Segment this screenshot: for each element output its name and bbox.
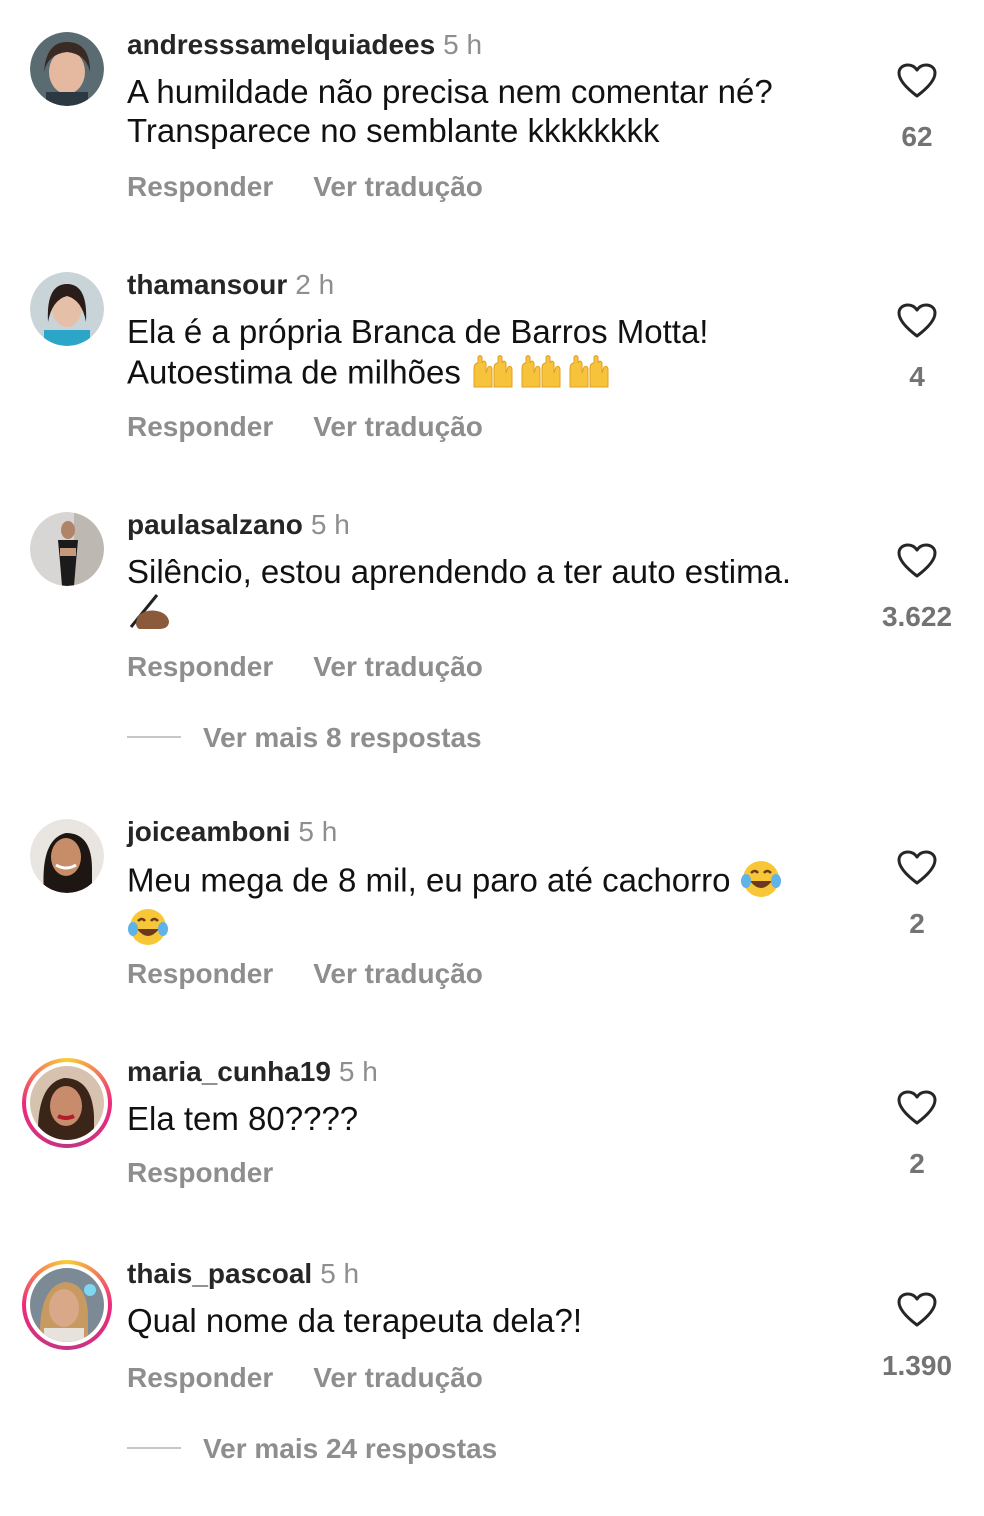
comment-time: 2 h xyxy=(295,269,335,300)
heart-outline-icon[interactable] xyxy=(897,1090,937,1126)
avatar[interactable] xyxy=(30,272,104,346)
comment-time: 5 h xyxy=(320,1258,360,1289)
comment-username[interactable]: thais_pascoal xyxy=(127,1258,312,1289)
comment-text-line: Qual nome da terapeuta dela?! xyxy=(127,1302,582,1339)
comment-text: Ela tem 80???? xyxy=(127,1099,827,1138)
comment-username[interactable]: joiceamboni xyxy=(127,816,290,847)
translate-button[interactable]: Ver tradução xyxy=(313,171,483,202)
divider-line xyxy=(127,1446,181,1449)
heart-outline-icon[interactable] xyxy=(897,303,937,339)
comment-text: Silêncio, estou aprendendo a ter auto es… xyxy=(127,552,827,639)
view-more-replies-button[interactable]: Ver mais 24 respostas xyxy=(127,1432,497,1466)
heart-outline-icon[interactable] xyxy=(897,543,937,579)
raising-hands-emoji xyxy=(470,351,610,399)
tears-of-joy-emoji xyxy=(127,907,169,955)
comment-text: A humildade não precisa nem comentar né?… xyxy=(127,72,827,150)
comment-username[interactable]: maria_cunha19 xyxy=(127,1056,331,1087)
like-count: 4 xyxy=(909,361,925,392)
comment-text: Meu mega de 8 mil, eu paro até cachorro xyxy=(127,859,827,955)
like-count: 2 xyxy=(909,908,925,939)
comment-text-line: Autoestima de milhões xyxy=(127,353,461,391)
comment-username[interactable]: andresssamelquiadees xyxy=(127,29,435,60)
comment-text-line: Ela é a própria Branca de Barros Motta! xyxy=(127,313,709,350)
reply-button[interactable]: Responder xyxy=(127,1157,273,1188)
comment-time: 5 h xyxy=(338,1056,378,1087)
avatar[interactable] xyxy=(22,1260,112,1350)
comment-username[interactable]: thamansour xyxy=(127,269,287,300)
translate-button[interactable]: Ver tradução xyxy=(313,1362,483,1393)
avatar[interactable] xyxy=(30,819,104,893)
writing-hand-emoji xyxy=(127,591,171,639)
avatar[interactable] xyxy=(30,512,104,586)
comment-time: 5 h xyxy=(443,29,483,60)
heart-outline-icon[interactable] xyxy=(897,1292,937,1328)
view-more-replies-label: Ver mais 8 respostas xyxy=(203,722,482,753)
comment-time: 5 h xyxy=(310,509,350,540)
comment-text-line: A humildade não precisa nem comentar né? xyxy=(127,73,773,110)
avatar[interactable] xyxy=(30,32,104,106)
comment-time: 5 h xyxy=(298,816,338,847)
heart-outline-icon[interactable] xyxy=(897,850,937,886)
reply-button[interactable]: Responder xyxy=(127,411,273,442)
tears-of-joy-emoji xyxy=(740,859,782,907)
divider-line xyxy=(127,735,181,738)
comment-text-line: Transparece no semblante kkkkkkkk xyxy=(127,112,660,149)
translate-button[interactable]: Ver tradução xyxy=(313,411,483,442)
comment-text-line: Silêncio, estou aprendendo a ter auto es… xyxy=(127,553,792,590)
comment-username[interactable]: paulasalzano xyxy=(127,509,303,540)
like-count: 3.622 xyxy=(881,601,953,632)
reply-button[interactable]: Responder xyxy=(127,171,273,202)
translate-button[interactable]: Ver tradução xyxy=(313,651,483,682)
translate-button[interactable]: Ver tradução xyxy=(313,958,483,989)
like-count: 62 xyxy=(901,121,933,152)
comment-text: Qual nome da terapeuta dela?! xyxy=(127,1301,827,1340)
view-more-replies-label: Ver mais 24 respostas xyxy=(203,1433,498,1464)
reply-button[interactable]: Responder xyxy=(127,651,273,682)
reply-button[interactable]: Responder xyxy=(127,1362,273,1393)
reply-button[interactable]: Responder xyxy=(127,958,273,989)
heart-outline-icon[interactable] xyxy=(897,63,937,99)
avatar[interactable] xyxy=(22,1058,112,1148)
like-count: 2 xyxy=(909,1148,925,1179)
comment-text-line: Meu mega de 8 mil, eu paro até cachorro xyxy=(127,861,731,899)
view-more-replies-button[interactable]: Ver mais 8 respostas xyxy=(127,721,482,755)
comment-text: Ela é a própria Branca de Barros Motta! … xyxy=(127,312,827,399)
like-count: 1.390 xyxy=(881,1350,953,1381)
comment-text-line: Ela tem 80???? xyxy=(127,1100,359,1137)
